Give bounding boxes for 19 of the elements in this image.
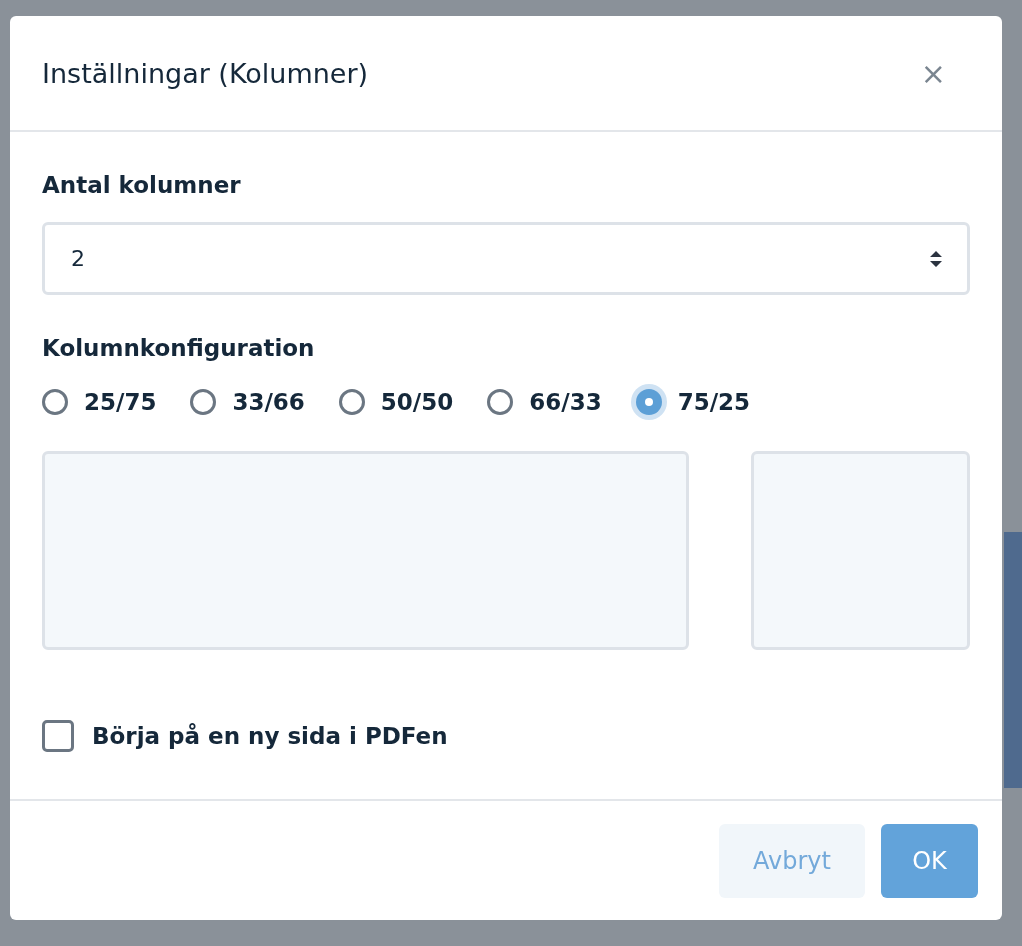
radio-button[interactable] (190, 389, 217, 415)
field-label: Kolumnkonfiguration (42, 334, 316, 363)
radio-label: 33/66 (232, 389, 305, 415)
select-field[interactable]: 2 (42, 222, 970, 295)
sort-icon (929, 248, 943, 269)
radio-label: 50/50 (380, 389, 454, 415)
checkbox-label: Börja på en ny sida i PDFen (92, 723, 448, 749)
radio-label: 75/25 (677, 389, 751, 415)
radio-label: 66/33 (529, 389, 602, 415)
radio-button[interactable] (487, 389, 514, 415)
radio-button[interactable] (42, 389, 68, 415)
dialog-title: Inställningar (Kolumner) (42, 57, 369, 89)
cancel-button[interactable]: Avbryt (719, 823, 865, 898)
radio-label: 25/75 (84, 389, 157, 415)
ok-button[interactable]: OK (881, 823, 978, 898)
checkbox[interactable] (42, 720, 74, 752)
field-label: Antal kolumner (42, 171, 242, 200)
radio-button[interactable] (338, 389, 365, 415)
close-button[interactable]: × (914, 55, 952, 91)
